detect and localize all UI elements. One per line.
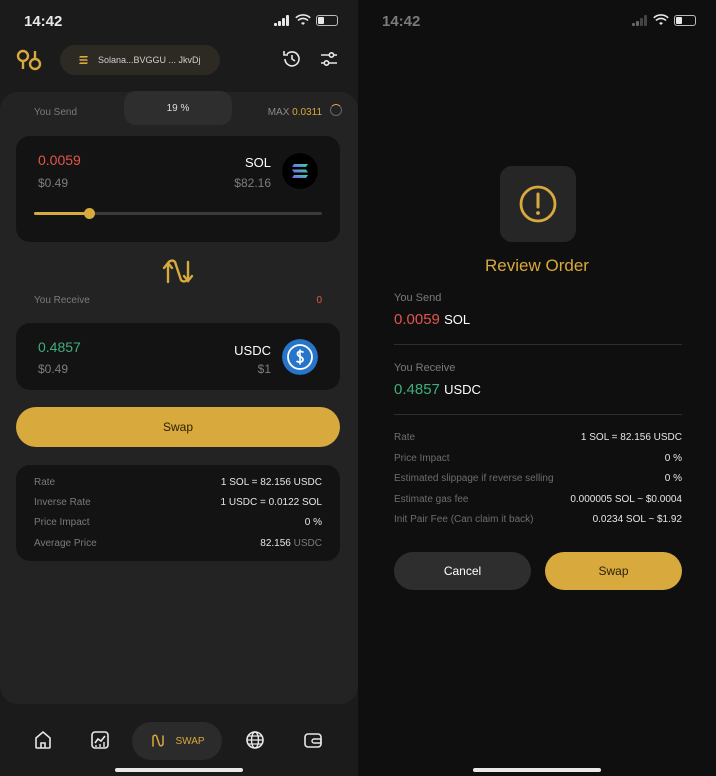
refresh-spinner-icon[interactable] (330, 104, 342, 116)
battery-icon (316, 14, 338, 26)
review-row-label: Init Pair Fee (Can claim it back) (394, 514, 534, 525)
send-amount-input[interactable]: 0.0059 (38, 152, 81, 168)
amount-slider[interactable] (34, 208, 322, 219)
screen-root: 14:42 Solana...BVGGU ... JkvDj You Send … (0, 0, 716, 776)
swap-arrows-icon (152, 734, 165, 747)
receive-usd-value: $0.49 (38, 362, 69, 376)
review-row: Price Impact 0 % (394, 453, 682, 464)
nav-swap-tab[interactable]: SWAP (132, 722, 222, 760)
max-label: MAX (267, 107, 290, 118)
review-row-value: 0 % (664, 473, 682, 484)
review-row-label: Price Impact (394, 453, 450, 464)
home-icon[interactable] (31, 728, 55, 752)
send-token-symbol[interactable]: SOL (245, 155, 271, 170)
review-order-screen: 14:42 Review Order You Send 0.0059 SOL Y… (358, 0, 716, 776)
review-row: Init Pair Fee (Can claim it back) 0.0234 … (394, 514, 682, 525)
max-value: 0.0311 (292, 107, 322, 118)
confirm-swap-button[interactable]: Swap (545, 552, 682, 590)
price-impact-value: 0 % (304, 517, 322, 528)
slider-handle[interactable] (83, 208, 95, 219)
home-indicator (115, 768, 243, 772)
review-row-label: Estimated slippage if reverse selling (394, 473, 554, 484)
you-receive-label: You Receive (34, 295, 90, 306)
review-row-value: 0.000005 SOL ~ $0.0004 (570, 494, 682, 505)
average-price-row: Average Price 82.156 USDC (34, 538, 322, 549)
send-token-price: $82.16 (234, 176, 271, 190)
receive-token-price: $1 (257, 362, 271, 376)
solana-icon[interactable] (282, 153, 318, 189)
review-send-token: SOL (444, 312, 471, 327)
review-row-label: Rate (394, 432, 416, 443)
you-send-label: You Send (34, 107, 78, 118)
review-row-value: 0.0234 SOL ~ $1.92 (592, 514, 682, 525)
max-balance[interactable]: MAX 0.0311 (268, 107, 322, 118)
average-price-value: 82.156 USDC (260, 538, 322, 549)
settings-sliders-icon[interactable] (318, 48, 340, 70)
send-usd-value: $0.49 (38, 176, 69, 190)
rate-value: 1 SOL = 82.156 USDC (220, 477, 322, 488)
review-you-send-label: You Send (394, 292, 442, 304)
wifi-icon (653, 14, 669, 25)
average-price-unit: USDC (293, 538, 322, 549)
inverse-rate-value: 1 USDC = 0.0122 SOL (220, 497, 322, 508)
cancel-button[interactable]: Cancel (394, 552, 531, 590)
status-icons (632, 14, 696, 26)
divider (394, 414, 682, 415)
chart-icon[interactable] (88, 728, 112, 752)
review-row-value: 0 % (664, 453, 682, 464)
swap-screen: 14:42 Solana...BVGGU ... JkvDj You Send … (0, 0, 358, 776)
review-row: Estimated slippage if reverse selling 0 % (394, 473, 682, 484)
rate-row: Rate 1 SOL = 82.156 USDC (34, 477, 322, 488)
warning-badge (500, 166, 576, 242)
wallet-icon[interactable] (301, 728, 325, 752)
price-impact-row: Price Impact 0 % (34, 517, 322, 528)
percent-pill[interactable]: 19 % (124, 91, 232, 125)
review-order-title: Review Order (485, 256, 589, 275)
status-time: 14:42 (382, 13, 421, 30)
wifi-icon (295, 14, 311, 25)
nav-swap-label: SWAP (175, 735, 205, 747)
home-indicator (473, 768, 601, 772)
wallet-selector[interactable]: Solana...BVGGU ... JkvDj (60, 45, 220, 75)
usdc-icon[interactable] (282, 339, 318, 375)
receive-token-symbol[interactable]: USDC (234, 343, 271, 358)
review-row-label: Estimate gas fee (394, 494, 469, 505)
review-you-receive-label: You Receive (394, 362, 456, 374)
receive-amount: 0.4857 (38, 339, 81, 355)
review-send-value: 0.0059 SOL (394, 311, 470, 328)
globe-icon[interactable] (243, 728, 267, 752)
status-icons (274, 14, 338, 26)
receive-count: 0 (316, 295, 322, 306)
wallet-address: Solana...BVGGU ... JkvDj (98, 55, 201, 65)
history-icon[interactable] (281, 48, 303, 70)
average-price-number: 82.156 (260, 538, 291, 549)
slider-fill (34, 212, 89, 215)
review-receive-amount: 0.4857 (394, 381, 440, 398)
swap-button[interactable]: Swap (16, 407, 340, 447)
review-send-amount: 0.0059 (394, 311, 440, 328)
warning-icon (519, 185, 557, 223)
signal-icon (632, 14, 648, 26)
inverse-rate-row: Inverse Rate 1 USDC = 0.0122 SOL (34, 497, 322, 508)
review-row: Estimate gas fee 0.000005 SOL ~ $0.0004 (394, 494, 682, 505)
review-receive-token: USDC (444, 382, 481, 397)
swap-arrows-icon[interactable] (160, 254, 196, 290)
battery-icon (674, 14, 696, 26)
status-time: 14:42 (24, 13, 63, 30)
average-price-label: Average Price (34, 538, 97, 549)
rate-info-card: Rate 1 SOL = 82.156 USDC Inverse Rate 1 US… (16, 465, 340, 561)
review-row-value: 1 SOL = 82.156 USDC (580, 432, 682, 443)
signal-icon (274, 14, 290, 26)
logo-icon (16, 49, 42, 71)
review-row: Rate 1 SOL = 82.156 USDC (394, 432, 682, 443)
price-impact-label: Price Impact (34, 517, 90, 528)
review-receive-value: 0.4857 USDC (394, 381, 481, 398)
solana-icon (79, 56, 88, 64)
inverse-rate-label: Inverse Rate (34, 497, 91, 508)
rate-label: Rate (34, 477, 56, 488)
bottom-nav: SWAP (0, 706, 358, 776)
divider (394, 344, 682, 345)
